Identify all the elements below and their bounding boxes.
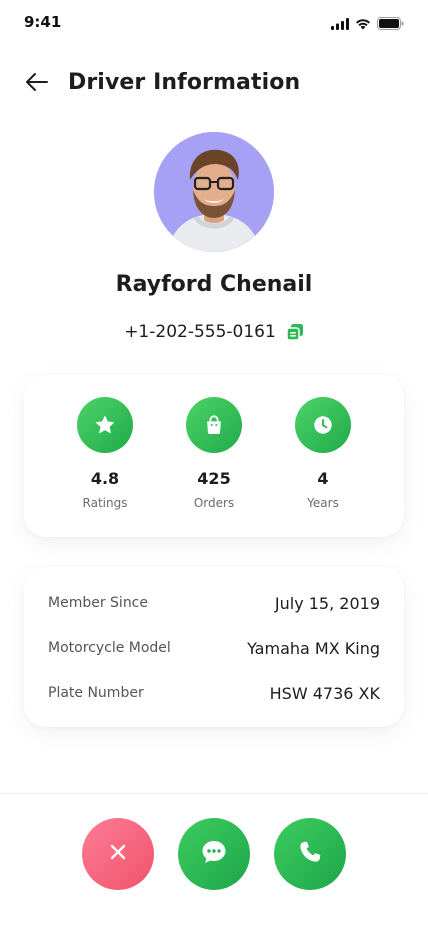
battery-icon <box>377 15 404 34</box>
shopping-bag-icon <box>186 397 242 453</box>
info-value: Yamaha MX King <box>247 638 380 658</box>
driver-name: Rayford Chenail <box>115 272 313 297</box>
avatar <box>154 132 274 252</box>
status-time: 9:41 <box>24 13 62 31</box>
wifi-icon <box>355 15 371 34</box>
chat-button[interactable] <box>178 818 250 890</box>
cancel-button[interactable] <box>82 818 154 890</box>
stat-value: 4 <box>317 469 329 488</box>
info-label: Motorcycle Model <box>48 640 171 656</box>
info-label: Member Since <box>48 595 148 611</box>
info-row-member-since: Member Since July 15, 2019 <box>48 591 380 615</box>
clock-icon <box>295 397 351 453</box>
divider <box>0 793 428 794</box>
cellular-signal-icon <box>331 15 349 34</box>
call-button[interactable] <box>274 818 346 890</box>
stat-value: 4.8 <box>90 469 120 488</box>
copy-icon[interactable] <box>286 323 304 341</box>
page-title: Driver Information <box>68 70 301 95</box>
chat-bubble-icon <box>200 838 228 870</box>
info-row-plate-number: Plate Number HSW 4736 XK <box>48 681 380 705</box>
stat-orders: 425 Orders <box>169 397 259 510</box>
stat-label: Ratings <box>82 496 128 510</box>
info-value: July 15, 2019 <box>274 593 380 613</box>
star-icon <box>77 397 133 453</box>
close-icon <box>108 842 128 866</box>
driver-info-card: Member Since July 15, 2019 Motorcycle Mo… <box>24 567 404 727</box>
stat-value: 425 <box>197 469 231 488</box>
driver-phone: +1-202-555-0161 <box>124 322 276 342</box>
stat-ratings: 4.8 Ratings <box>60 397 150 510</box>
info-value: HSW 4736 XK <box>269 683 380 703</box>
stat-label: Years <box>307 496 339 510</box>
phone-row: +1-202-555-0161 <box>0 322 428 342</box>
header: Driver Information <box>0 64 428 104</box>
stats-card: 4.8 Ratings 425 Orders 4 Years <box>24 375 404 537</box>
info-row-motorcycle-model: Motorcycle Model Yamaha MX King <box>48 636 380 660</box>
phone-icon <box>297 839 323 869</box>
arrow-left-icon <box>25 72 49 96</box>
stat-label: Orders <box>193 496 235 510</box>
back-button[interactable] <box>22 70 52 98</box>
stat-years: 4 Years <box>278 397 368 510</box>
status-icons <box>331 15 404 34</box>
info-label: Plate Number <box>48 685 144 701</box>
status-bar: 9:41 <box>0 0 428 44</box>
